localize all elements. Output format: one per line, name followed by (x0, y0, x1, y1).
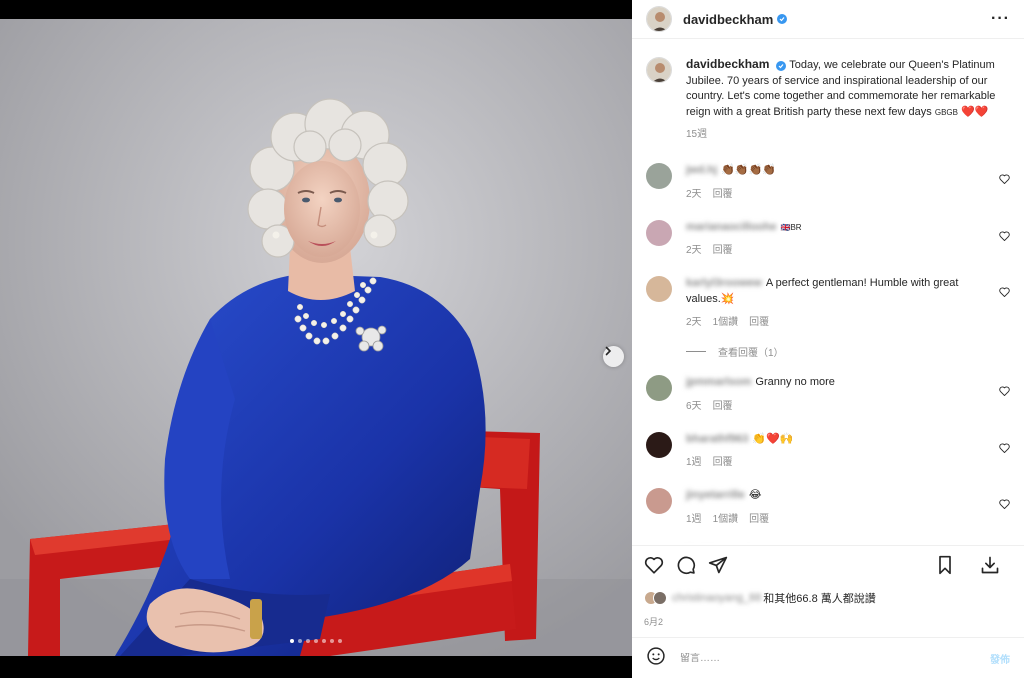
author-username[interactable]: davidbeckham (683, 12, 773, 27)
carousel-dot (322, 639, 326, 643)
download-icon[interactable] (980, 555, 1000, 575)
post-date[interactable]: 6月2 (644, 615, 1012, 628)
comment-time: 1週 (686, 457, 702, 468)
comment-avatar[interactable] (646, 219, 672, 246)
post-comment-button[interactable]: 發佈 (990, 651, 1010, 666)
caption-time[interactable]: 15週 (686, 129, 707, 140)
comment-text: 🇬🇧BR (780, 222, 802, 232)
comment-likes-count[interactable]: 1個讚 (713, 317, 739, 328)
send-icon[interactable] (708, 555, 728, 575)
comments-list[interactable]: davidbeckham Today, we celebrate our Que… (632, 40, 1024, 543)
likes-summary[interactable]: christinaoyang_88 和其他66.8 萬人都說讚 (644, 590, 1012, 606)
comment-text: 👏❤️🙌 (752, 432, 794, 445)
caption-author-avatar[interactable] (646, 57, 672, 83)
comment-avatar[interactable] (646, 375, 672, 401)
queen-portrait-image (0, 19, 632, 656)
comment-like-icon[interactable] (999, 284, 1010, 302)
comment-username[interactable]: jinyetarrille (686, 489, 745, 501)
comment-like-icon[interactable] (999, 228, 1010, 246)
post-side-panel: davidbeckham ··· davidbeckham Today, we … (632, 0, 1024, 678)
comment-like-icon[interactable] (999, 496, 1010, 514)
comment-item: jwd.hj 👏🏾👏🏾👏🏾👏🏾 2天 回覆 (646, 163, 1010, 200)
comment-time: 2天 (686, 317, 702, 328)
carousel-dot (290, 639, 294, 643)
comment-like-icon[interactable] (999, 383, 1010, 401)
add-comment-bar: 發佈 (632, 637, 1024, 678)
carousel-indicators (0, 639, 632, 645)
comment-input[interactable] (680, 652, 990, 664)
comment-text: 👏🏾👏🏾👏🏾👏🏾 (721, 164, 776, 176)
likes-count-text[interactable]: 和其他66.8 萬人都說讚 (763, 590, 875, 606)
comment-avatar[interactable] (646, 163, 672, 189)
comment-time: 6天 (686, 400, 702, 412)
comment-time: 1週 (686, 513, 702, 525)
post-media[interactable] (0, 19, 632, 656)
liker-username[interactable]: christinaoyang_88 (672, 592, 761, 604)
comment-item: jpmmarlsom Granny no more 6天 回覆 (646, 375, 1010, 412)
reply-button[interactable]: 回覆 (713, 189, 733, 200)
heart-icon[interactable] (644, 556, 664, 574)
comment-item: jinyetarrille 😂 1週 1個讚 回覆 (646, 488, 1010, 525)
post-caption: davidbeckham Today, we celebrate our Que… (646, 40, 1010, 140)
carousel-dot (314, 639, 318, 643)
view-replies-label: 查看回覆（1） (718, 348, 784, 359)
next-slide-button[interactable] (603, 346, 624, 367)
comment-like-icon[interactable] (999, 171, 1010, 189)
carousel-dot (306, 639, 310, 643)
comment-username[interactable]: jpmmarlsom (686, 376, 751, 388)
reply-button[interactable]: 回覆 (713, 401, 733, 412)
comment-like-icon[interactable] (999, 440, 1010, 458)
flag-text: GBGB (934, 107, 958, 117)
comment-icon[interactable] (676, 555, 696, 575)
comment-username[interactable]: jwd.hj (686, 164, 717, 176)
more-options-icon[interactable]: ··· (991, 10, 1010, 28)
comment-username[interactable]: karlyl3roowew (686, 277, 762, 289)
comment-avatar[interactable] (646, 431, 672, 458)
divider-line (686, 351, 706, 352)
reply-button[interactable]: 回覆 (713, 457, 733, 468)
comment-likes-count[interactable]: 1個讚 (713, 514, 739, 525)
post-header: davidbeckham ··· (632, 0, 1024, 39)
comment-text: 😂 (748, 489, 762, 501)
post-actions: christinaoyang_88 和其他66.8 萬人都說讚 6月2 (632, 545, 1024, 637)
comment-time: 2天 (686, 188, 702, 200)
reply-button[interactable]: 回覆 (713, 245, 733, 256)
reply-button[interactable]: 回覆 (749, 514, 769, 525)
emoji-icon[interactable] (646, 646, 666, 671)
comment-username[interactable]: bharathf963 (686, 433, 748, 445)
carousel-dot (330, 639, 334, 643)
comment-avatar[interactable] (646, 276, 672, 302)
liker-avatar (653, 591, 667, 605)
reply-button[interactable]: 回覆 (749, 317, 769, 328)
author-avatar[interactable] (646, 6, 672, 32)
comment-avatar[interactable] (646, 488, 672, 514)
carousel-dot (298, 639, 302, 643)
bookmark-icon[interactable] (936, 555, 954, 575)
comment-username[interactable]: marianaocilloohe (686, 221, 776, 233)
comment-item: marianaocilloohe 🇬🇧BR 2天 回覆 (646, 219, 1010, 256)
caption-author-username[interactable]: davidbeckham (686, 57, 769, 71)
comment-text: Granny no more (755, 376, 835, 388)
comment-time: 2天 (686, 245, 702, 256)
verified-badge-icon (776, 61, 787, 71)
view-replies-button[interactable]: 查看回覆（1） (686, 344, 1010, 359)
carousel-dot (338, 639, 342, 643)
comment-item: karlyl3roowew A perfect gentleman! Humble… (646, 276, 1010, 328)
verified-badge-icon (777, 14, 788, 24)
heart-emoji: ❤️❤️ (961, 105, 989, 118)
comment-item: bharathf963 👏❤️🙌 1週 回覆 (646, 431, 1010, 468)
